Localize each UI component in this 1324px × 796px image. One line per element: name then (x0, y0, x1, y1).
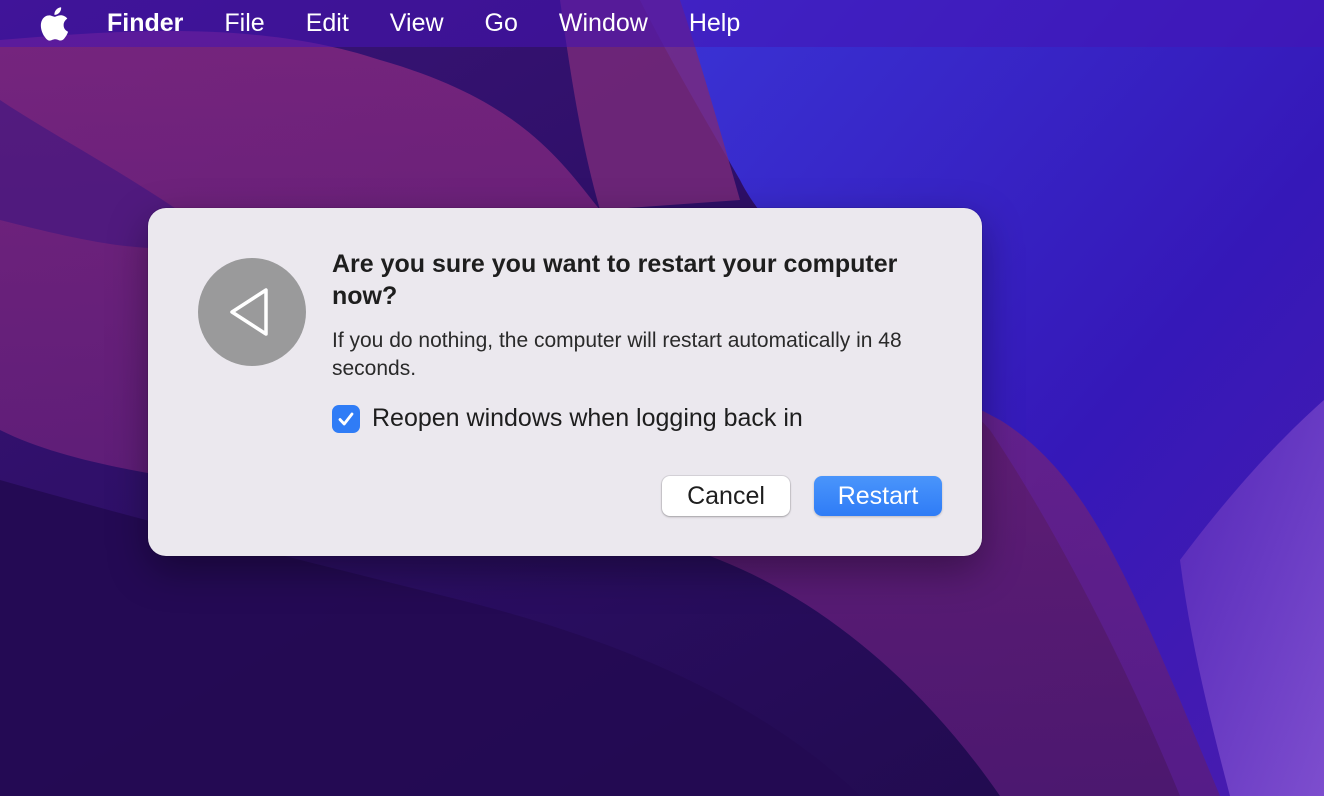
dialog-message: If you do nothing, the computer will res… (332, 329, 902, 380)
cancel-button[interactable]: Cancel (662, 476, 790, 516)
menu-window[interactable]: Window (559, 0, 648, 47)
menu-finder[interactable]: Finder (107, 0, 183, 47)
menu-edit[interactable]: Edit (306, 0, 349, 47)
restart-triangle-icon (198, 258, 306, 366)
apple-logo-icon[interactable] (37, 6, 71, 41)
restart-button[interactable]: Restart (814, 476, 942, 516)
reopen-windows-label[interactable]: Reopen windows when logging back in (372, 404, 803, 433)
dialog-title: Are you sure you want to restart your co… (332, 250, 898, 310)
menu-bar: Finder File Edit View Go Window Help (0, 0, 1324, 47)
restart-dialog: Are you sure you want to restart your co… (148, 208, 982, 556)
menu-go[interactable]: Go (485, 0, 518, 47)
reopen-windows-checkbox[interactable] (332, 404, 360, 433)
checkmark-icon (338, 412, 354, 425)
reopen-windows-option[interactable]: Reopen windows when logging back in (332, 404, 803, 433)
menu-file[interactable]: File (224, 0, 264, 47)
menu-help[interactable]: Help (689, 0, 740, 47)
menu-view[interactable]: View (390, 0, 444, 47)
